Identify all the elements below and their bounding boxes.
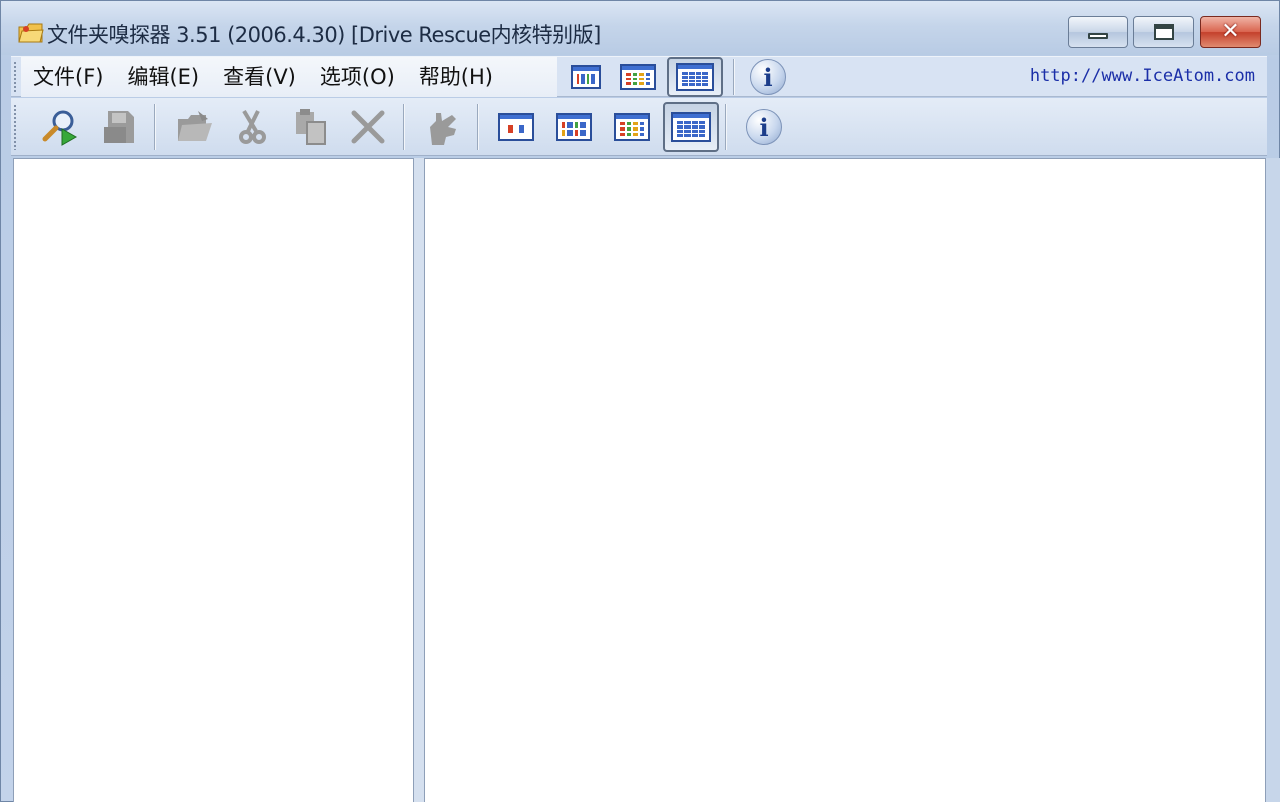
menubar-grip[interactable]: [13, 61, 17, 94]
about-button-secondary[interactable]: i: [745, 59, 791, 95]
open-button[interactable]: [171, 104, 217, 150]
view-list-button-secondary[interactable]: [609, 59, 667, 95]
open-icon: [178, 111, 212, 141]
menu-view[interactable]: 查看(V): [211, 57, 308, 97]
properties-button[interactable]: [419, 104, 465, 150]
search-icon: [42, 110, 78, 146]
save-button[interactable]: [95, 104, 141, 150]
close-icon: ✕: [1221, 19, 1240, 44]
view-list-icon: [614, 113, 650, 141]
view-details-button[interactable]: [663, 102, 719, 152]
view-small-icons-icon: [556, 113, 592, 141]
view-details-button-secondary[interactable]: [667, 57, 723, 97]
hand-icon: [430, 113, 456, 145]
window-title: 文件夹嗅探器 3.51 (2006.4.30) [Drive Rescue内核特…: [47, 23, 601, 47]
menu-bar: 文件(F) 编辑(E) 查看(V) 选项(O) 帮助(H) i http://w…: [11, 56, 1267, 97]
main-toolbar: i: [11, 98, 1267, 156]
folder-tree-pane[interactable]: [13, 158, 414, 802]
menu-help[interactable]: 帮助(H): [407, 57, 505, 97]
window-right-border: [1266, 158, 1280, 802]
toolbar-separator-3: [477, 104, 479, 150]
toolbar-grip[interactable]: [13, 104, 17, 150]
delete-icon: [351, 110, 385, 144]
toolbar-separator-4: [725, 104, 727, 150]
website-link[interactable]: http://www.IceAtom.com: [1030, 66, 1255, 86]
app-window: 文件夹嗅探器 3.51 (2006.4.30) [Drive Rescue内核特…: [0, 0, 1280, 802]
view-list-icon: [620, 64, 656, 90]
cut-button[interactable]: [229, 104, 275, 150]
view-large-icons-icon: [498, 113, 534, 141]
about-button[interactable]: i: [741, 104, 787, 150]
copy-icon: [296, 109, 326, 145]
file-list-pane[interactable]: [424, 158, 1266, 802]
menu-file[interactable]: 文件(F): [21, 57, 115, 97]
view-list-button[interactable]: [609, 104, 655, 150]
minimize-icon: [1088, 33, 1108, 39]
view-small-icons-button-secondary[interactable]: [563, 59, 609, 95]
toolbar-separator-1: [154, 104, 156, 150]
menu-edit[interactable]: 编辑(E): [115, 57, 211, 97]
info-icon: i: [750, 59, 786, 95]
menubar-toolbar-overflow: i: [563, 57, 791, 97]
delete-button[interactable]: [345, 104, 391, 150]
menu-options[interactable]: 选项(O): [308, 57, 407, 97]
folder-sniffer-app-icon: [18, 23, 44, 43]
menu-items: 文件(F) 编辑(E) 查看(V) 选项(O) 帮助(H): [21, 57, 557, 97]
cut-icon: [239, 109, 266, 144]
info-icon: i: [746, 109, 782, 145]
pane-splitter[interactable]: [414, 158, 424, 802]
view-small-icons-icon: [571, 65, 601, 89]
copy-button[interactable]: [287, 104, 333, 150]
close-button[interactable]: ✕: [1200, 16, 1261, 48]
menubar-separator: [733, 59, 735, 95]
title-bar[interactable]: 文件夹嗅探器 3.51 (2006.4.30) [Drive Rescue内核特…: [1, 1, 1279, 55]
view-large-icons-button[interactable]: [493, 104, 539, 150]
view-details-icon: [671, 112, 711, 142]
view-details-icon: [676, 63, 714, 91]
save-icon: [104, 111, 134, 143]
minimize-button[interactable]: [1068, 16, 1128, 48]
toolbar-separator-2: [403, 104, 405, 150]
search-button[interactable]: [37, 104, 83, 150]
maximize-icon: [1153, 24, 1174, 40]
view-small-icons-button[interactable]: [551, 104, 597, 150]
maximize-button[interactable]: [1133, 16, 1194, 48]
